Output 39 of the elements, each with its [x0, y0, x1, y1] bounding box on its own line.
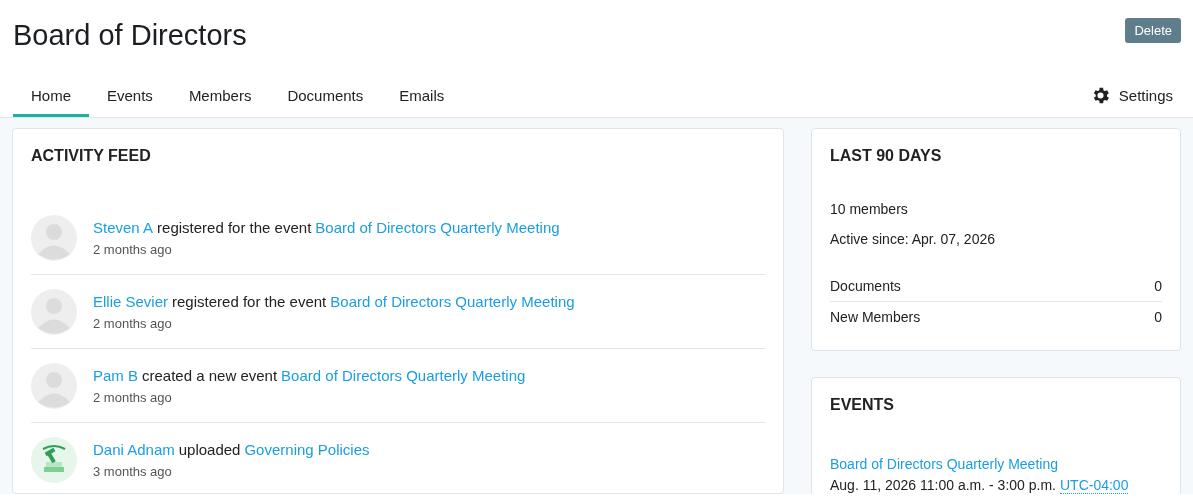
timestamp: 3 months ago	[93, 463, 173, 479]
tab[interactable]: Members	[170, 87, 270, 117]
stat-value: 0	[1154, 278, 1162, 294]
avatar-icon	[31, 288, 77, 335]
user-link[interactable]: Dani Adnam	[93, 440, 175, 458]
item-link[interactable]: Board of Directors Quarterly Meeting	[281, 366, 526, 384]
delete-button[interactable]: Delete	[1125, 18, 1181, 43]
stat-label: New Members	[830, 309, 921, 325]
activity-text: registered for the event	[172, 292, 327, 310]
avatar-icon	[31, 214, 77, 261]
event-time: Aug. 11, 2026 11:00 a.m. - 3:00 p.m.	[830, 477, 1056, 494]
timestamp: 2 months ago	[93, 241, 173, 257]
tab[interactable]: Emails	[381, 87, 463, 117]
item-link[interactable]: Board of Directors Quarterly Meeting	[315, 218, 560, 236]
tab[interactable]: Documents	[269, 87, 382, 117]
user-link[interactable]: Steven A	[93, 218, 154, 236]
timezone-link[interactable]: UTC-04:00	[1059, 477, 1129, 494]
item-link[interactable]: Board of Directors Quarterly Meeting	[330, 292, 575, 310]
timestamp: 2 months ago	[93, 389, 173, 405]
settings-link[interactable]: Settings	[1089, 85, 1173, 117]
tab[interactable]: Events	[89, 87, 171, 117]
activity-text: uploaded	[178, 440, 241, 458]
item-link[interactable]: Governing Policies	[244, 440, 370, 458]
active-since: Active since: Apr. 07, 2026	[830, 231, 996, 247]
member-count: 10 members	[830, 201, 909, 217]
event-link[interactable]: Board of Directors Quarterly Meeting	[830, 456, 1058, 472]
stat-label: Documents	[830, 278, 901, 294]
user-link[interactable]: Ellie Sevier	[93, 292, 169, 310]
avatar-icon	[31, 362, 77, 409]
card-title: LAST 90 DAYS	[830, 147, 943, 165]
user-link[interactable]: Pam B	[93, 366, 138, 384]
timestamp: 2 months ago	[93, 315, 173, 331]
settings-label[interactable]: Settings	[1118, 87, 1173, 104]
activity-text: created a new event	[142, 366, 278, 384]
card-title: ACTIVITY FEED	[31, 147, 152, 165]
stat-value: 0	[1154, 309, 1162, 325]
card-title: EVENTS	[830, 396, 895, 414]
page-title: Board of Directors	[13, 18, 247, 53]
activity-text: registered for the event	[157, 218, 312, 236]
